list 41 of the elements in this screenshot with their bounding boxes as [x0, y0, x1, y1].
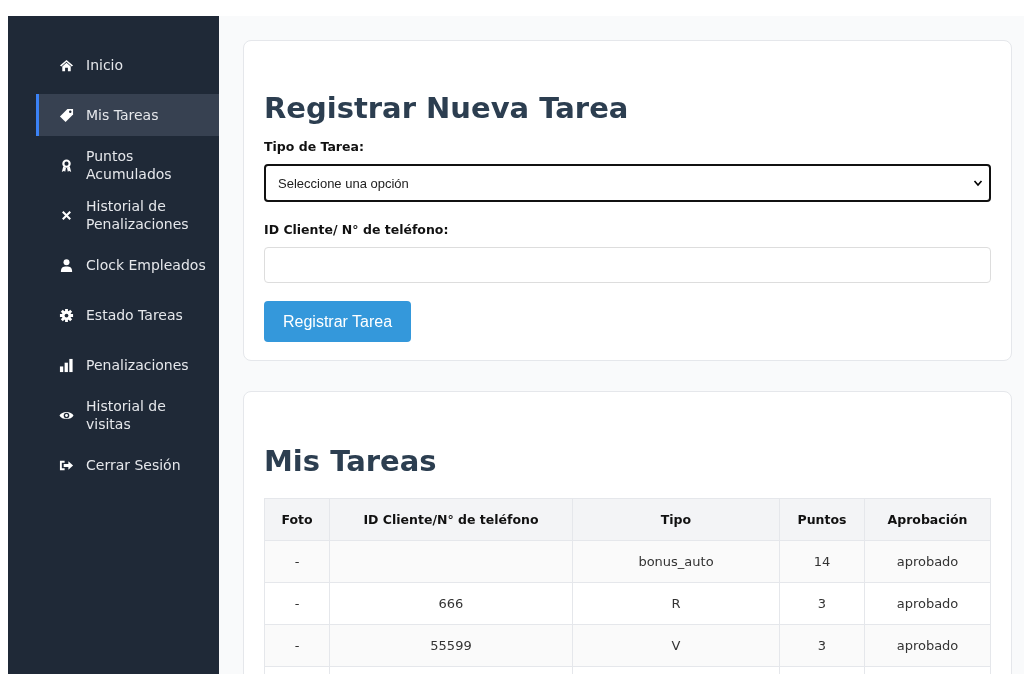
column-header: ID Cliente/N° de teléfono [329, 498, 573, 541]
column-header: Tipo [572, 498, 780, 541]
sidebar-item[interactable]: Penalizaciones [36, 344, 219, 386]
sidebar-item[interactable]: Historial de Penalizaciones [36, 194, 219, 236]
table-cell: bonus_auto [572, 540, 780, 583]
table-cell: - [264, 582, 330, 625]
table-cell: aprobado [864, 624, 991, 667]
user-icon [59, 257, 74, 273]
table-cell: 666 [329, 582, 573, 625]
sidebar-item[interactable]: Estado Tareas [36, 294, 219, 336]
sidebar-item[interactable]: Inicio [36, 44, 219, 86]
tag-icon [59, 107, 74, 123]
table-cell: - [264, 624, 330, 667]
table-cell: 55599 [329, 624, 573, 667]
table-cell: 14 [779, 540, 865, 583]
sidebar-item[interactable]: Historial de visitas [36, 394, 219, 436]
section-title: Mis Tareas [264, 444, 438, 478]
field-label: Tipo de Tarea: [264, 139, 365, 154]
column-header: Puntos [779, 498, 865, 541]
table-cell: aprobado [864, 540, 991, 583]
sidebar-item[interactable]: Clock Empleados [36, 244, 219, 286]
table-cell: 3 [779, 582, 865, 625]
sidebar-item[interactable]: Cerrar Sesión [36, 444, 219, 486]
table-cell: V [572, 624, 780, 667]
home-icon [59, 57, 74, 73]
column-header: Foto [264, 498, 330, 541]
form-title: Registrar Nueva Tarea [264, 91, 630, 125]
award-icon [59, 157, 74, 173]
bar-chart-icon [59, 357, 74, 373]
input-field[interactable] [264, 247, 991, 283]
chevron-down-icon [973, 178, 983, 188]
field-label: ID Cliente/ N° de teléfono: [264, 222, 450, 237]
table-cell: 3 [779, 624, 865, 667]
sidebar-item[interactable]: Puntos Acumulados [36, 144, 219, 186]
table-cell: R [572, 582, 780, 625]
sidebar-item[interactable]: Mis Tareas [36, 94, 219, 136]
column-header: Aprobación [864, 498, 991, 541]
task-type-select[interactable]: Seleccione una opción [264, 164, 991, 202]
table-cell: aprobado [864, 582, 991, 625]
table-cell: - [264, 540, 330, 583]
settings-icon [59, 307, 74, 323]
